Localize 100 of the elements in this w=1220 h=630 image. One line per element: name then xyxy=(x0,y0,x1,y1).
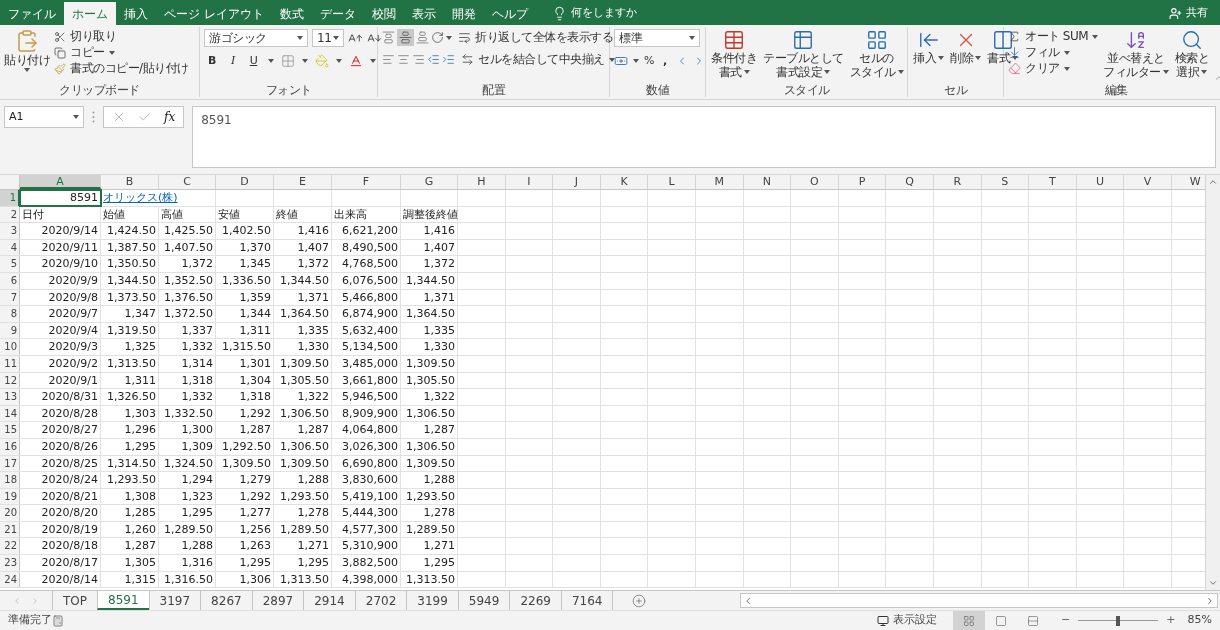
column-header[interactable]: A xyxy=(20,175,101,189)
menu-tab[interactable]: データ xyxy=(311,2,364,25)
table-cell: 1,287 xyxy=(216,422,274,438)
status-text: 準備完了 xyxy=(8,612,52,629)
normal-view-button[interactable] xyxy=(953,610,986,630)
column-header[interactable]: Q xyxy=(886,175,934,189)
column-header[interactable]: V xyxy=(1124,175,1172,189)
column-header[interactable]: M xyxy=(695,175,744,189)
column-header[interactable]: O xyxy=(791,175,839,189)
table-cell: 1,311 xyxy=(216,322,274,339)
column-header[interactable]: E xyxy=(274,175,332,189)
fill-color-icon xyxy=(315,53,330,68)
menu-tab[interactable]: 開発 xyxy=(443,2,484,25)
menu-tab[interactable]: 挿入 xyxy=(116,2,156,25)
find-select-button[interactable]: 検索と 選択 xyxy=(1173,29,1211,79)
zoom-in-button[interactable]: + xyxy=(1166,612,1176,629)
column-header[interactable]: N xyxy=(743,175,792,189)
formula-bar[interactable]: 8591 xyxy=(192,106,1216,168)
column-header[interactable]: S xyxy=(981,175,1030,189)
name-box[interactable]: A1 xyxy=(4,106,84,128)
column-header[interactable]: G xyxy=(401,175,458,189)
insert-function-button[interactable]: fx xyxy=(164,108,176,126)
sheet-tab[interactable]: 8591 xyxy=(97,591,149,610)
wrap-text-button[interactable]: 折り返して全体を表示する xyxy=(458,30,613,45)
cell-styles-button[interactable]: セルの スタイル xyxy=(848,29,905,79)
percent-button[interactable]: % xyxy=(644,53,654,68)
table-cell: 5,466,800 xyxy=(332,289,401,306)
column-header[interactable]: J xyxy=(553,175,601,189)
column-header[interactable]: L xyxy=(648,175,696,189)
scissors-icon xyxy=(54,30,66,43)
cut-button[interactable]: 切り取り xyxy=(54,29,116,44)
menu-tab[interactable]: 表示 xyxy=(403,2,444,25)
column-header[interactable]: P xyxy=(838,175,887,189)
delete-button[interactable]: 削除 xyxy=(949,29,982,65)
column-header[interactable]: H xyxy=(458,175,506,189)
table-cell: 6,621,200 xyxy=(332,223,401,239)
menu-tab[interactable]: ファイル xyxy=(0,2,64,25)
italic-button[interactable]: I xyxy=(226,53,239,68)
table-cell: 1,335 xyxy=(274,322,332,339)
table-cell: 1,306.50 xyxy=(401,405,458,422)
column-header[interactable]: C xyxy=(159,175,216,189)
bold-button[interactable]: B xyxy=(204,53,220,68)
column-header[interactable]: B xyxy=(101,175,159,189)
column-header[interactable]: R xyxy=(933,175,982,189)
caret-icon xyxy=(302,58,309,63)
table-cell: 1,424.50 xyxy=(101,223,159,239)
zoom-level: 85% xyxy=(1187,612,1212,629)
sort-filter-button[interactable]: 並べ替えと フィルター xyxy=(1102,29,1170,79)
table-cell: 1,271 xyxy=(401,538,458,555)
column-header[interactable]: K xyxy=(600,175,649,189)
column-header[interactable]: I xyxy=(505,175,554,189)
menu-tab[interactable]: ヘルプ xyxy=(483,2,536,25)
column-header[interactable]: F xyxy=(332,175,401,189)
format-painter-button[interactable]: 書式のコピー/貼り付け xyxy=(54,61,189,76)
menu-tab[interactable]: ホーム xyxy=(64,2,116,25)
column-header[interactable]: U xyxy=(1076,175,1125,189)
row-header[interactable]: 3 xyxy=(0,223,20,239)
row-header[interactable]: 18 xyxy=(0,472,20,488)
row-header[interactable]: 13 xyxy=(0,389,20,405)
number-format-field[interactable]: 標準 xyxy=(614,29,700,47)
format-icon xyxy=(991,29,1014,51)
insert-button[interactable]: 挿入 xyxy=(912,29,945,65)
table-cell: 安値 xyxy=(216,206,274,223)
table-cell: オリックス(株) xyxy=(101,190,216,206)
zoom-slider[interactable] xyxy=(1078,615,1159,626)
column-header[interactable]: T xyxy=(1029,175,1077,189)
paste-button[interactable]: 貼り付け xyxy=(4,29,50,72)
font-name-field[interactable]: 游ゴシック xyxy=(204,29,308,47)
format-table-button[interactable]: テーブルとして 書式設定 xyxy=(762,29,845,79)
menu-tab[interactable]: ページ レイアウト xyxy=(156,2,272,25)
menu-tab[interactable]: 数式 xyxy=(271,2,312,25)
vertical-scrollbar[interactable] xyxy=(1205,175,1220,590)
comma-button[interactable]: , xyxy=(658,53,671,68)
row-header[interactable]: 5 xyxy=(0,256,20,272)
merge-center-button[interactable]: セルを結合して中央揃え xyxy=(461,52,615,67)
row-header[interactable]: 20 xyxy=(0,505,20,521)
table-cell: 1,304 xyxy=(216,372,274,389)
row-header[interactable]: 22 xyxy=(0,538,20,555)
display-settings-button[interactable]: 表示設定 xyxy=(877,612,938,629)
table-cell: 1,371 xyxy=(401,289,458,306)
table-cell: 1,277 xyxy=(216,505,274,521)
column-header[interactable]: D xyxy=(216,175,274,189)
autosum-button[interactable]: オート SUM xyxy=(1008,29,1099,44)
horizontal-scrollbar[interactable] xyxy=(740,593,1218,608)
zoom-out-button[interactable]: − xyxy=(1061,612,1071,629)
copy-button[interactable]: コピー xyxy=(54,45,115,60)
table-cell: 2020/8/26 xyxy=(20,438,101,455)
more-icon xyxy=(92,111,95,123)
caret-icon xyxy=(1092,34,1099,39)
table-cell: 1,308 xyxy=(101,488,159,505)
share-button[interactable]: 共有 xyxy=(1169,2,1220,25)
underline-button[interactable]: U xyxy=(245,53,262,68)
conditional-formatting-button[interactable]: 条件付き 書式 xyxy=(710,29,758,79)
row-header[interactable]: 10 xyxy=(0,339,20,355)
row-header[interactable]: 15 xyxy=(0,422,20,438)
font-size-field[interactable]: 11 xyxy=(312,29,344,47)
row-header[interactable]: 1 xyxy=(0,190,20,206)
menu-tab[interactable]: 校閲 xyxy=(363,2,404,25)
row-header[interactable]: 8 xyxy=(0,306,20,322)
row-header[interactable]: 23 xyxy=(0,555,20,571)
